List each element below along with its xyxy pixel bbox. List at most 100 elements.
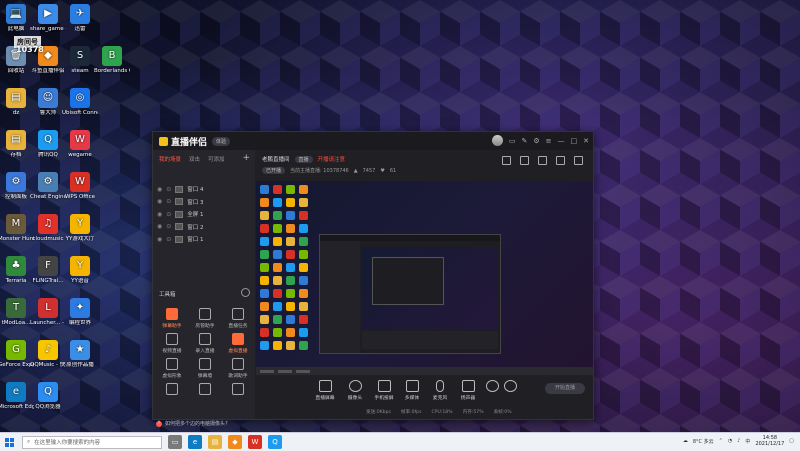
toolbox-item[interactable] [223,383,253,397]
skin-icon[interactable]: ✎ [521,137,527,145]
toolbox-item[interactable]: 弹幕助手 [157,308,187,329]
lock-icon[interactable]: ⊙ [166,198,171,205]
lock-icon[interactable]: ⊙ [166,211,171,218]
minimize-icon[interactable]: — [558,137,565,145]
desktop-shortcut[interactable]: ♪ QQMusic - 快捷方式 [30,340,66,369]
eye-icon[interactable]: ◉ [157,236,162,243]
desktop-shortcut[interactable]: M Monster Hunter... [0,214,34,243]
source-item[interactable]: ◉ ⊙ 窗口 1 [157,234,249,244]
eye-icon[interactable]: ◉ [157,211,162,218]
layout-icon[interactable] [556,156,565,165]
source-item[interactable]: ◉ ⊙ 窗口 3 [157,197,249,207]
menu-icon[interactable]: ≡ [546,137,552,145]
media-button[interactable]: 多媒体 [398,380,426,401]
toolbox-item[interactable]: 弹幕墙 [190,358,220,379]
toolbox-settings-icon[interactable] [241,288,250,297]
more-icon[interactable] [574,156,583,165]
wps-taskbar-icon[interactable]: W [248,435,262,449]
settings-button[interactable] [496,380,524,394]
settings-icon[interactable]: ⚙ [533,137,539,145]
desktop-shortcut[interactable]: B Borderlands CN Chat [94,46,130,75]
desktop-shortcut[interactable]: ★ 原创作品播 [62,340,98,369]
tab-addable[interactable]: 可添加 [208,155,225,163]
lock-icon[interactable]: ⊙ [166,223,171,230]
desktop-shortcut[interactable]: ✈ 迅雷 [62,4,98,33]
desktop-shortcut[interactable]: Q 腾讯QQ [30,130,66,159]
phone-cast-button[interactable]: 手机投屏 [370,380,398,401]
desktop-shortcut[interactable]: ♫ cloudmusic [30,214,66,243]
start-stream-button[interactable]: 开始直播 [545,383,585,394]
stream-preview[interactable] [256,181,593,367]
desktop-shortcut[interactable]: ⚙ Cheat Engine [30,172,66,201]
start-button[interactable] [0,433,18,451]
toolbox-item[interactable]: 录入直播 [190,333,220,354]
source-item[interactable]: ◉ ⊙ 窗口 2 [157,222,249,232]
network-icon[interactable]: ◔ [728,438,732,444]
chevron-up-icon[interactable]: ⌃ [719,438,723,444]
tab-my-scenes[interactable]: 我的场景 [159,155,181,163]
taskbar-search[interactable]: ⌕ 在这里输入你要搜索的内容 [22,435,162,449]
toolbox-item[interactable]: 视频直播 [157,333,187,354]
notification-icon[interactable]: ▢ [789,438,794,444]
desktop-shortcut[interactable]: ♣ Terraria [0,256,34,285]
edge-taskbar-icon[interactable]: e [188,435,202,449]
desktop-shortcut[interactable]: Ssteam [62,46,98,75]
camera-button[interactable]: 摄像头 [341,380,369,401]
desktop-shortcut[interactable]: ✦ 编程世界 [62,298,98,327]
explorer-taskbar-icon[interactable]: ▤ [208,435,222,449]
desktop-shortcut[interactable]: ⚙ 控制面板 [0,172,34,201]
desktop-shortcut[interactable]: L Launcher... - 快捷方式 [30,298,66,327]
eye-icon[interactable]: ◉ [157,186,162,193]
desktop-shortcut[interactable]: e Microsoft Edge [0,382,34,411]
desktop-shortcut[interactable]: Q QQ浏览器 [30,382,66,411]
desktop-shortcut[interactable]: TtModLoa... [0,298,34,327]
lock-icon[interactable]: ⊙ [166,186,171,193]
desktop-shortcut[interactable]: ▤ 存档 [0,130,34,159]
desktop-shortcut[interactable]: Y YY游戏大厅 [62,214,98,243]
desktop-shortcut[interactable]: Y YY语音 [62,256,98,285]
toolbox-item[interactable]: 虚拟形象 [157,358,187,379]
desktop-shortcut[interactable]: ▤ dz [0,88,34,117]
toolbox-item[interactable]: 歌词助手 [223,358,253,379]
share-icon[interactable] [502,156,511,165]
toolbox-item[interactable]: 虚拟直播 [223,333,253,354]
tab-double[interactable]: 双击 [189,155,200,163]
screen-capture-button[interactable]: 直播屏幕 [311,380,339,401]
lock-icon[interactable]: ⊙ [166,236,171,243]
record-icon[interactable] [538,156,547,165]
ime-icon[interactable]: 中 [745,438,750,445]
desktop-shortcut[interactable]: ◎ Ubisoft Connect [62,88,98,117]
close-icon[interactable]: ✕ [583,137,589,145]
task-view-icon[interactable]: ▭ [168,435,182,449]
weather-text[interactable]: 8°C 多云 [693,438,714,445]
version-badge[interactable]: 体验 [212,136,231,146]
microphone-button[interactable]: 麦克风 [426,380,454,401]
eye-icon[interactable]: ◉ [157,198,162,205]
douyu-taskbar-icon[interactable]: ◆ [228,435,242,449]
desktop-shortcut[interactable]: G GeForce Experience [0,340,34,369]
desktop-shortcut[interactable]: 💻 此电脑 [0,4,34,33]
add-source-icon[interactable]: + [242,153,250,163]
help-tip[interactable]: ! 如何把多个边的电脑摄像头? [156,420,228,427]
clock[interactable]: 14:58 2021/12/17 [755,435,784,447]
toolbox-item[interactable]: 房管助手 [190,308,220,329]
desktop-shortcut[interactable]: F FLiNGTrai... [30,256,66,285]
notice-text[interactable]: 开播请注意 [318,155,346,163]
avatar[interactable] [491,135,503,146]
desktop-shortcut[interactable]: ▶ share_game - 快捷方式 [30,4,66,33]
source-item[interactable]: ◉ ⊙ 窗口 4 [157,184,249,194]
qq-taskbar-icon[interactable]: Q [268,435,282,449]
desktop-shortcut[interactable]: W WPS Office [62,172,98,201]
toolbox-item[interactable] [190,383,220,397]
volume-icon[interactable]: ♪ [737,438,740,444]
eye-icon[interactable]: ◉ [157,223,162,230]
lock-icon[interactable] [520,156,529,165]
desktop-shortcut[interactable]: Wwegame [62,130,98,159]
message-icon[interactable]: ▭ [509,137,516,145]
category-badge[interactable]: 已开播 [262,167,286,174]
toolbox-item[interactable]: 直播任务 [223,308,253,329]
desktop-shortcut[interactable]: ☺ 鲁大师 [30,88,66,117]
toolbox-item[interactable] [157,383,187,397]
source-item[interactable]: ◉ ⊙ 全屏 1 [157,209,249,219]
maximize-icon[interactable]: □ [571,137,578,145]
